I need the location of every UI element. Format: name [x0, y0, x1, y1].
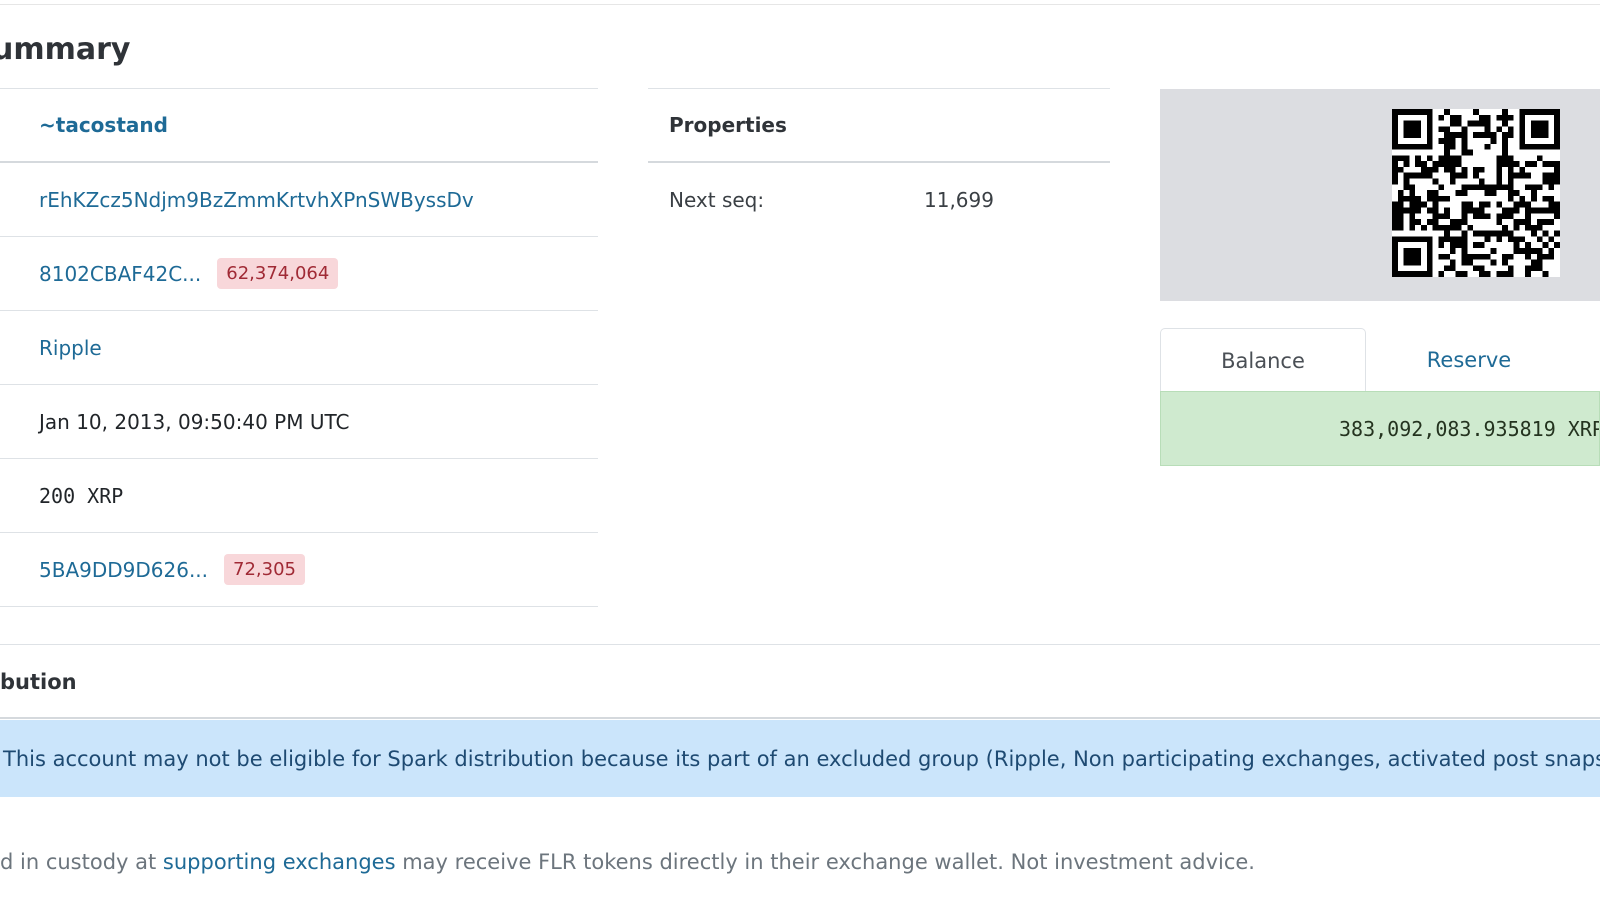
- username-link[interactable]: ~tacostand: [39, 113, 168, 137]
- distribution-title: bution: [0, 670, 77, 694]
- tab-balance[interactable]: Balance: [1160, 328, 1366, 392]
- parent-hash-link[interactable]: 8102CBAF42C...: [39, 262, 201, 286]
- qr-panel: [1160, 89, 1600, 301]
- footer-text-suffix: may receive FLR tokens directly in their…: [395, 850, 1255, 874]
- qr-code-icon: [1392, 109, 1560, 277]
- tab-reserve[interactable]: Reserve: [1366, 328, 1572, 392]
- last-tx-badge: 72,305: [224, 554, 306, 585]
- properties-header: Properties: [648, 89, 1110, 163]
- summary-row-initial-balance: 200 XRP: [0, 459, 598, 533]
- summary-title: ummary: [0, 32, 131, 67]
- activated-by-link[interactable]: Ripple: [39, 336, 102, 360]
- activated-date: Jan 10, 2013, 09:50:40 PM UTC: [39, 409, 350, 434]
- next-seq-label: Next seq:: [669, 188, 765, 212]
- top-divider: [0, 4, 1600, 5]
- summary-row-last-tx: 5BA9DD9D626... 72,305: [0, 533, 598, 607]
- next-seq-value: 11,699: [924, 188, 994, 212]
- balance-tabs: Balance Reserve: [1160, 328, 1600, 393]
- footer-text-prefix: d in custody at: [0, 850, 163, 874]
- address-link[interactable]: rEhKZcz5Ndjm9BzZmmKrtvhXPnSWByssDv: [39, 188, 474, 212]
- summary-table: ~tacostand rEhKZcz5Ndjm9BzZmmKrtvhXPnSWB…: [0, 88, 598, 607]
- parent-ledger-badge: 62,374,064: [217, 258, 339, 289]
- summary-row-username: ~tacostand: [0, 89, 598, 163]
- section-divider: [0, 644, 1600, 645]
- balance-value: 383,092,083.935819 XRP: [1160, 391, 1600, 466]
- summary-row-activated-on: Jan 10, 2013, 09:50:40 PM UTC: [0, 385, 598, 459]
- summary-row-address: rEhKZcz5Ndjm9BzZmmKrtvhXPnSWByssDv: [0, 163, 598, 237]
- spark-eligibility-alert: This account may not be eligible for Spa…: [0, 720, 1600, 797]
- supporting-exchanges-link[interactable]: supporting exchanges: [163, 850, 396, 874]
- distribution-header-rule: [0, 717, 1600, 719]
- properties-row-next-seq: Next seq: 11,699: [648, 163, 1110, 237]
- summary-row-parent: 8102CBAF42C... 62,374,064: [0, 237, 598, 311]
- summary-row-activated-by: Ripple: [0, 311, 598, 385]
- initial-balance: 200 XRP: [39, 483, 124, 508]
- last-tx-hash-link[interactable]: 5BA9DD9D626...: [39, 558, 208, 582]
- properties-table: Properties Next seq: 11,699: [648, 88, 1110, 237]
- distribution-footer: d in custody at supporting exchanges may…: [0, 850, 1255, 874]
